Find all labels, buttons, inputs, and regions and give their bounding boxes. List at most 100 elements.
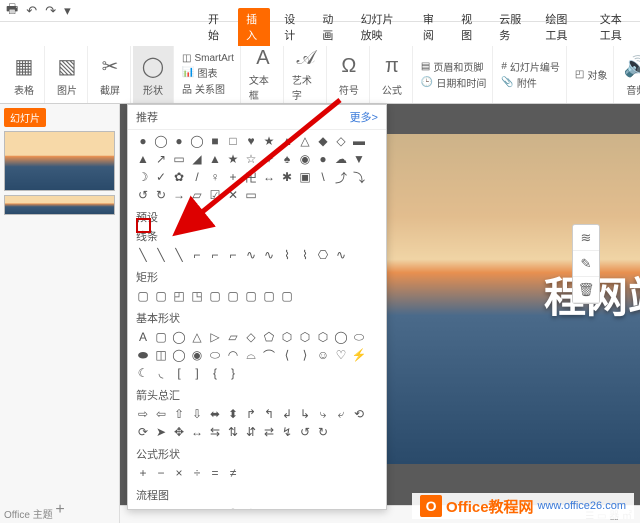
shape-icon[interactable]: ◉ bbox=[190, 348, 204, 362]
ribbon-headerfooter[interactable]: ▤页眉和页脚 bbox=[421, 59, 486, 74]
layers-icon[interactable]: ≋ bbox=[573, 225, 599, 251]
shape-icon[interactable]: ⌇ bbox=[280, 248, 294, 262]
shape-icon[interactable]: ▲ bbox=[136, 152, 150, 166]
shape-icon[interactable]: ⤷ bbox=[316, 407, 330, 421]
ribbon-formula[interactable]: π 公式 bbox=[372, 46, 413, 103]
shape-icon[interactable]: ☺ bbox=[316, 348, 330, 362]
shape-icon[interactable]: ◇ bbox=[154, 507, 168, 510]
shape-icon[interactable]: ▷ bbox=[208, 330, 222, 344]
ribbon-datetime[interactable]: 🕒日期和时间 bbox=[421, 75, 486, 90]
redo-icon[interactable]: ↷ bbox=[45, 3, 56, 19]
sidebar-tab[interactable]: 幻灯片 bbox=[4, 108, 46, 127]
ribbon-table[interactable]: ▦ 表格 bbox=[4, 46, 45, 103]
shape-icon[interactable]: ◯ bbox=[334, 330, 348, 344]
shape-icon[interactable]: ⬠ bbox=[262, 330, 276, 344]
shape-icon[interactable]: ↔ bbox=[190, 425, 204, 439]
tab-texttools[interactable]: 文本工具 bbox=[592, 8, 640, 46]
shape-icon[interactable]: ☽ bbox=[136, 170, 150, 184]
shape-icon[interactable]: ⚡ bbox=[352, 348, 366, 362]
shape-icon[interactable]: ◳ bbox=[190, 289, 204, 303]
delete-icon[interactable]: 🗑 bbox=[573, 277, 599, 303]
shape-icon[interactable]: [ bbox=[172, 366, 186, 380]
shape-icon[interactable]: ╲ bbox=[154, 248, 168, 262]
ribbon-smartart[interactable]: ◫SmartArt bbox=[182, 53, 234, 64]
shape-icon[interactable]: ⬡ bbox=[280, 330, 294, 344]
shape-icon[interactable]: ↺ bbox=[136, 188, 150, 202]
shape-icon[interactable]: ↰ bbox=[262, 407, 276, 421]
shape-icon[interactable]: ⤶ bbox=[334, 407, 348, 421]
tab-design[interactable]: 设计 bbox=[276, 8, 308, 46]
undo-icon[interactable]: ↶ bbox=[26, 3, 37, 19]
shape-icon[interactable]: ⟳ bbox=[136, 425, 150, 439]
shape-icon[interactable]: ⬠ bbox=[244, 507, 258, 510]
shape-icon[interactable]: ∿ bbox=[244, 248, 258, 262]
shape-icon[interactable]: ◇ bbox=[244, 330, 258, 344]
shape-icon[interactable]: ↱ bbox=[244, 407, 258, 421]
shape-icon[interactable]: ▢ bbox=[262, 289, 276, 303]
shape-rectangle[interactable]: ▢ bbox=[136, 289, 150, 303]
shape-icon[interactable]: ⌂ bbox=[352, 507, 366, 510]
shape-icon[interactable]: ⬍ bbox=[226, 407, 240, 421]
shape-icon[interactable]: ⇵ bbox=[244, 425, 258, 439]
tab-cloud[interactable]: 云服务 bbox=[491, 8, 531, 46]
tab-drawtools[interactable]: 绘图工具 bbox=[537, 8, 585, 46]
shape-icon[interactable]: × bbox=[172, 466, 186, 480]
edit-icon[interactable]: ✎ bbox=[573, 251, 599, 277]
shape-icon[interactable]: ⌇ bbox=[298, 248, 312, 262]
tab-insert[interactable]: 插入 bbox=[238, 8, 270, 46]
shape-icon[interactable]: ◠ bbox=[226, 348, 240, 362]
shape-icon[interactable]: ▢ bbox=[154, 330, 168, 344]
shape-icon[interactable]: ⬡ bbox=[262, 507, 276, 510]
shape-icon[interactable]: ⟨ bbox=[280, 348, 294, 362]
shape-icon[interactable]: ◯ bbox=[226, 507, 240, 510]
shape-icon[interactable]: + bbox=[136, 466, 150, 480]
ribbon-picture[interactable]: ▧ 图片 bbox=[47, 46, 88, 103]
shape-icon[interactable]: ☾ bbox=[136, 366, 150, 380]
shape-icon[interactable]: ♡ bbox=[334, 348, 348, 362]
shape-icon[interactable]: ▢ bbox=[154, 289, 168, 303]
shape-icon[interactable]: A bbox=[136, 330, 150, 344]
shape-icon[interactable]: ▢ bbox=[244, 289, 258, 303]
shape-icon[interactable]: ╲ bbox=[136, 248, 150, 262]
shape-icon[interactable]: ➤ bbox=[154, 425, 168, 439]
shape-icon[interactable]: ◫ bbox=[154, 348, 168, 362]
shape-icon[interactable]: ⇦ bbox=[154, 407, 168, 421]
shape-icon[interactable]: ▱ bbox=[226, 330, 240, 344]
shape-icon[interactable]: ⇅ bbox=[226, 425, 240, 439]
tab-start[interactable]: 开始 bbox=[200, 8, 232, 46]
shape-icon[interactable]: ↻ bbox=[154, 188, 168, 202]
shape-icon[interactable]: ⬒ bbox=[316, 507, 330, 510]
shape-icon[interactable]: ⟩ bbox=[298, 348, 312, 362]
shape-icon[interactable]: ◯ bbox=[154, 134, 168, 148]
shape-icon[interactable]: ╲ bbox=[172, 248, 186, 262]
shape-icon[interactable]: ⇩ bbox=[190, 407, 204, 421]
shape-icon[interactable]: ⬡ bbox=[298, 330, 312, 344]
shape-icon[interactable]: ⌓ bbox=[244, 348, 258, 362]
shape-icon[interactable]: ▢ bbox=[226, 289, 240, 303]
ribbon-object[interactable]: ◰对象 bbox=[569, 46, 614, 103]
tab-view[interactable]: 视图 bbox=[453, 8, 485, 46]
shape-icon[interactable]: ⬭ bbox=[352, 330, 366, 344]
ribbon-audio[interactable]: 🔊 音频 bbox=[616, 46, 640, 103]
shape-icon[interactable]: ∿ bbox=[334, 248, 348, 262]
slide-thumb-1[interactable] bbox=[4, 131, 115, 191]
shape-icon[interactable]: ◟ bbox=[154, 366, 168, 380]
shape-icon[interactable]: ⬭ bbox=[208, 348, 222, 362]
shape-icon[interactable]: ⇧ bbox=[172, 407, 186, 421]
shape-icon[interactable]: ▭ bbox=[172, 507, 186, 510]
shape-icon[interactable]: { bbox=[208, 366, 222, 380]
shape-icon[interactable]: ▢ bbox=[208, 289, 222, 303]
shape-icon[interactable]: ↲ bbox=[280, 407, 294, 421]
shape-icon[interactable]: ↺ bbox=[298, 425, 312, 439]
slide-thumb-2[interactable] bbox=[4, 195, 115, 215]
shape-icon[interactable]: ⇨ bbox=[136, 407, 150, 421]
ribbon-screenshot[interactable]: ✂ 截屏 bbox=[90, 46, 131, 103]
shape-icon[interactable]: ⌐ bbox=[226, 248, 240, 262]
shape-icon[interactable]: ⬓ bbox=[334, 507, 348, 510]
shape-icon[interactable]: ◑ bbox=[298, 507, 312, 510]
ribbon-attach[interactable]: 📎附件 bbox=[501, 75, 560, 90]
shape-icon[interactable]: ◰ bbox=[172, 289, 186, 303]
shape-icon[interactable]: ✥ bbox=[172, 425, 186, 439]
shape-icon[interactable]: ⬡ bbox=[316, 330, 330, 344]
shape-icon[interactable]: ÷ bbox=[190, 466, 204, 480]
